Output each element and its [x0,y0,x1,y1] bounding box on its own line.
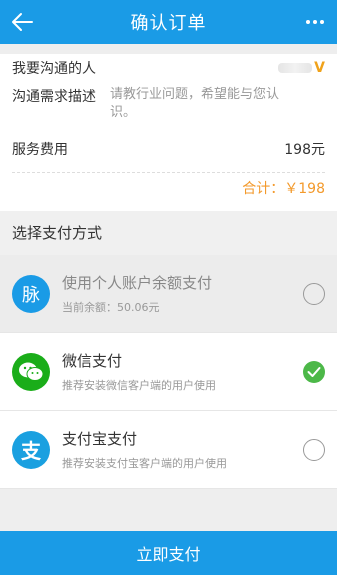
dashed-divider [12,172,325,173]
payment-method-list: 脉 使用个人账户余额支付 当前余额：50.06元 微信支付 推荐安装微信客户端的… [0,255,337,489]
radio-unchecked-icon[interactable] [303,438,325,461]
order-total: 合计：￥198 [242,181,325,197]
order-summary: 我要沟通的人 V 沟通需求描述 请教行业问题，希望能与您认识。 服务费用 198… [0,54,337,211]
alipay-logo-char: 支 [21,439,41,463]
page-title: 确认订单 [130,13,207,34]
alipay-logo-icon: 支 [12,430,50,469]
payment-method-desc: 推荐安装支付宝客户端的用户使用 [62,457,227,470]
needs-description-label: 沟通需求描述 [12,89,96,105]
payment-section-title: 选择支付方式 [0,211,337,255]
payment-method-alipay[interactable]: 支 支付宝支付 推荐安装支付宝客户端的用户使用 [0,411,337,489]
payment-method-wechat[interactable]: 微信支付 推荐安装微信客户端的用户使用 [0,333,337,411]
contact-person-row: 我要沟通的人 V [12,54,325,82]
blurred-name [278,63,313,73]
maimai-logo-char: 脉 [22,284,40,306]
service-fee-label: 服务费用 [12,142,68,158]
payment-method-balance[interactable]: 脉 使用个人账户余额支付 当前余额：50.06元 [0,255,337,333]
needs-description-row: 沟通需求描述 请教行业问题，希望能与您认识。 [12,82,325,122]
maimai-logo-icon: 脉 [12,274,50,313]
payment-method-name: 微信支付 [62,352,123,370]
service-fee-row: 服务费用 198元 [12,132,325,166]
contact-person-label: 我要沟通的人 [12,61,96,77]
verified-badge-icon: V [314,60,325,76]
needs-description-input[interactable]: 请教行业问题，希望能与您认识。 [110,86,300,122]
wechat-logo-icon [12,352,50,391]
more-dots-icon[interactable] [303,10,327,34]
payment-method-desc: 当前余额：50.06元 [62,301,160,314]
payment-method-name: 使用个人账户余额支付 [62,274,213,292]
payment-method-desc: 推荐安装微信客户端的用户使用 [62,379,216,392]
payment-method-name: 支付宝支付 [62,430,138,448]
pay-now-button[interactable]: 立即支付 [0,531,337,575]
app-header: 确认订单 [0,0,337,44]
check-circle-icon[interactable] [303,360,325,383]
contact-person-value: V [278,60,325,76]
service-fee-value: 198元 [284,142,325,158]
back-arrow-icon[interactable] [10,10,34,34]
radio-unchecked-icon[interactable] [303,282,325,305]
